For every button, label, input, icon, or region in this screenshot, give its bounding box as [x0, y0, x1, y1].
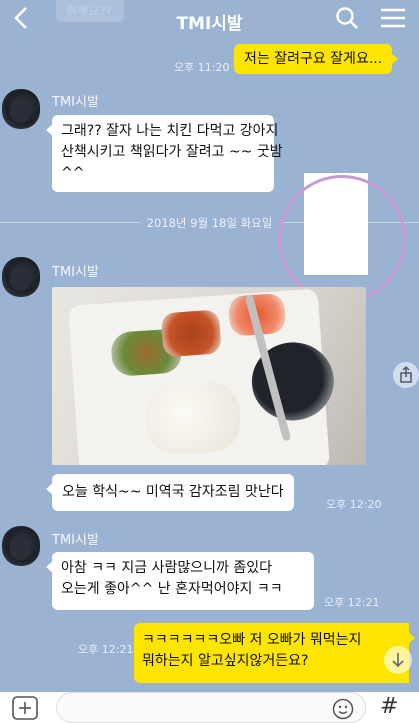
- message-line: 오는게 좋아^^ 난 혼자먹어야지 ㅋㅋ: [61, 581, 283, 597]
- message-time: 오후 12:21: [78, 643, 134, 656]
- scroll-down-button[interactable]: [384, 646, 412, 674]
- plus-icon[interactable]: [12, 696, 38, 720]
- food-meat: [160, 309, 222, 358]
- message-line: 뭐하는지 알고싶지않거든요?: [142, 653, 309, 669]
- avatar[interactable]: [2, 89, 40, 129]
- sender-name: TMI시발: [52, 265, 99, 280]
- lunch-photo[interactable]: [52, 287, 366, 465]
- sender-name: TMI시발: [52, 533, 99, 548]
- share-icon: [400, 365, 412, 383]
- message-line: 그래?? 잘자 나는 치킨 다먹고 강아지: [61, 123, 279, 139]
- search-icon[interactable]: [335, 6, 359, 30]
- chat-header: 뭐해요?? TMI시발: [0, 0, 419, 38]
- avatar[interactable]: [2, 526, 40, 566]
- highlight-circle: [278, 175, 406, 303]
- scroll-down-icon: [392, 653, 404, 668]
- lunch-tray: [68, 288, 337, 465]
- message-time: 오후 12:20: [326, 498, 382, 511]
- sender-name: TMI시발: [52, 95, 99, 110]
- incoming-message-bubble[interactable]: 오늘 학식~~ 미역국 감자조림 맛난다: [46, 474, 294, 511]
- message-line: 산책시키고 책읽다가 잘려고 ~~ 굿밤: [61, 144, 283, 160]
- message-input-bar: #: [0, 692, 419, 723]
- share-button[interactable]: [393, 362, 419, 388]
- my-message-bubble[interactable]: 저는 잘려구요 잘게요...: [234, 44, 399, 74]
- emoji-icon[interactable]: [332, 698, 354, 720]
- message-line: ^^: [61, 165, 85, 181]
- message-time: 오후 12:21: [324, 596, 380, 609]
- message-line: ㅋㅋㅋㅋㅋㅋ오빠 저 오빠가 뭐먹는지: [142, 632, 362, 648]
- message-input[interactable]: [56, 692, 366, 723]
- hash-icon[interactable]: #: [380, 694, 398, 719]
- message-time: 오후 11:20: [174, 61, 230, 74]
- food-rice: [143, 380, 243, 457]
- incoming-message-bubble[interactable]: 아참 ㅋㅋ 지금 사람많으니까 좀있다 오는게 좋아^^ 난 혼자먹어야지 ㅋㅋ: [46, 552, 314, 610]
- incoming-message-bubble[interactable]: 그래?? 잘자 나는 치킨 다먹고 강아지 산책시키고 책읽다가 잘려고 ~~ …: [46, 115, 283, 192]
- avatar[interactable]: [2, 257, 40, 297]
- my-message-bubble[interactable]: ㅋㅋㅋㅋㅋㅋ오빠 저 오빠가 뭐먹는지 뭐하는지 알고싶지않거든요?: [134, 623, 415, 683]
- message-line: 아참 ㅋㅋ 지금 사람많으니까 좀있다: [61, 560, 272, 576]
- hamburger-menu-icon[interactable]: [380, 7, 406, 29]
